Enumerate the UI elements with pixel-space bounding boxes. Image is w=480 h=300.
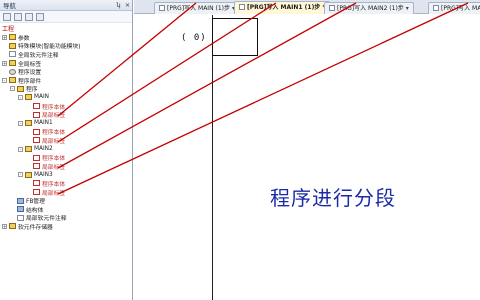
sort-icon[interactable]	[36, 12, 44, 21]
tab-strip: [PRG]写入 MAIN (1)步▾[PRG]写入 MAIN1 (1)步*[PR…	[134, 0, 480, 14]
program-icon	[433, 5, 439, 11]
pin-icon[interactable]: ʮ	[114, 1, 123, 9]
tab-program-0[interactable]: [PRG]写入 MAIN (1)步▾	[154, 2, 240, 14]
tree-item[interactable]: 特殊模块(智能功能模块)	[2, 42, 81, 50]
red-icon	[33, 154, 40, 161]
tree-item[interactable]: 结构体	[10, 205, 43, 214]
connection-icon[interactable]	[25, 12, 33, 21]
folder-icon	[9, 42, 16, 49]
tab-label: [PRG]写入 MAIN1 (1)步	[247, 4, 321, 11]
folder-icon	[25, 146, 32, 153]
folder-icon	[9, 34, 16, 41]
tree-item-label: 局部标签	[42, 138, 66, 145]
tree-item-label: 局部标签	[42, 164, 66, 171]
tree-item[interactable]: + 全局标签	[2, 59, 41, 68]
red-icon	[33, 180, 40, 187]
tree-item[interactable]: - 程序部件	[2, 76, 41, 85]
blue-icon	[17, 206, 24, 213]
tab-program-1[interactable]: [PRG]写入 MAIN1 (1)步*	[234, 1, 331, 14]
red-icon	[33, 189, 40, 196]
tree-item[interactable]: 全局软元件注释	[2, 50, 59, 59]
tree-item[interactable]: - MAIN2	[18, 145, 53, 154]
tree-item[interactable]: 程序本体	[26, 128, 65, 136]
folder-icon	[25, 120, 32, 127]
navigation-titlebar: 导航 ʮ ×	[0, 0, 132, 11]
tree-item[interactable]: + 参数	[2, 33, 30, 42]
annotation-caption: 程序进行分段	[270, 186, 396, 210]
program-icon	[239, 4, 245, 10]
tab-label: [PRG]写入 MAIN2 (1)步	[337, 5, 404, 12]
expand-toggle-icon[interactable]: -	[18, 172, 23, 178]
project-view-icon[interactable]	[3, 12, 11, 21]
expand-toggle-icon[interactable]: +	[2, 60, 7, 66]
tree-item[interactable]: 局部软元件注释	[10, 214, 67, 222]
tree-item[interactable]: + 软元件存储器	[2, 222, 53, 231]
tree-item[interactable]: 局部标签	[26, 136, 65, 145]
tree-item[interactable]: - 程序	[10, 85, 38, 94]
expand-toggle-icon[interactable]: +	[2, 34, 7, 40]
tree-item[interactable]: 局部标签	[26, 162, 65, 171]
red-icon	[33, 111, 40, 118]
tab-label: [PRG]写入 MAIN3	[441, 5, 480, 12]
expand-toggle-icon[interactable]: -	[18, 94, 23, 100]
tree-item-label: 程序	[26, 87, 38, 94]
red-icon	[33, 128, 40, 135]
tree-item[interactable]: 局部标签	[26, 188, 65, 197]
red-icon	[33, 103, 40, 110]
left-power-rail	[212, 15, 213, 300]
tree-item[interactable]: - MAIN3	[18, 171, 53, 180]
expand-toggle-icon[interactable]: -	[10, 86, 15, 92]
program-icon	[329, 5, 335, 11]
user-library-icon[interactable]	[14, 12, 22, 21]
ladder-editor[interactable]: ( 0) 程序进行分段	[134, 15, 480, 300]
editor-cursor[interactable]	[212, 18, 258, 56]
tree-item-label: 软元件存储器	[18, 224, 53, 231]
navigation-pane: 导航 ʮ × 工程 + 参数 特殊模块(智能功能模块) 全局软元件注释 + 全局标签 程序设…	[0, 0, 133, 300]
red-icon	[33, 137, 40, 144]
tree-item-label: MAIN1	[34, 120, 53, 127]
tab-menu-icon[interactable]: ▾	[406, 5, 409, 12]
tree-item[interactable]: 程序设置	[2, 67, 41, 76]
blue-icon	[17, 197, 24, 204]
tree-item[interactable]: 程序本体	[26, 102, 65, 111]
folder-icon	[25, 171, 32, 178]
close-icon[interactable]: ×	[123, 1, 132, 9]
folder-icon	[17, 85, 24, 92]
tree-item-label: 局部标签	[42, 113, 66, 120]
navigation-toolbar	[0, 11, 132, 23]
tab-label: [PRG]写入 MAIN (1)步	[167, 5, 230, 12]
tree-item[interactable]: - MAIN	[18, 93, 49, 102]
doc-icon	[17, 214, 24, 221]
folder-icon	[9, 223, 16, 230]
tree-item-label: MAIN2	[34, 146, 53, 153]
gear-icon	[9, 68, 16, 75]
tree-item-label: MAIN3	[34, 171, 53, 178]
tree-item[interactable]: 程序本体	[26, 153, 65, 162]
project-header: 工程	[2, 25, 15, 33]
tree-item-label: 局部标签	[42, 190, 66, 197]
tab-program-2[interactable]: [PRG]写入 MAIN2 (1)步 ▾	[324, 2, 414, 14]
folder-icon	[25, 94, 32, 101]
tab-program-3[interactable]: [PRG]写入 MAIN3	[428, 2, 480, 14]
tree-item[interactable]: 局部标签	[26, 110, 65, 119]
expand-toggle-icon[interactable]: +	[2, 223, 7, 229]
expand-toggle-icon[interactable]: -	[18, 120, 23, 126]
doc-icon	[9, 51, 16, 58]
folder-icon	[9, 77, 16, 84]
program-icon	[159, 5, 165, 11]
tree-item[interactable]: 程序本体	[26, 179, 65, 188]
tree-item-label: MAIN	[34, 94, 50, 101]
expand-toggle-icon[interactable]: -	[18, 146, 23, 152]
navigation-title: 导航	[3, 2, 16, 10]
red-icon	[33, 163, 40, 170]
folder-icon	[9, 60, 16, 67]
tree-item[interactable]: - MAIN1	[18, 119, 53, 128]
tree-item[interactable]: FB管理	[10, 196, 45, 205]
expand-toggle-icon[interactable]: -	[2, 77, 7, 83]
rung-number: ( 0)	[181, 33, 207, 43]
